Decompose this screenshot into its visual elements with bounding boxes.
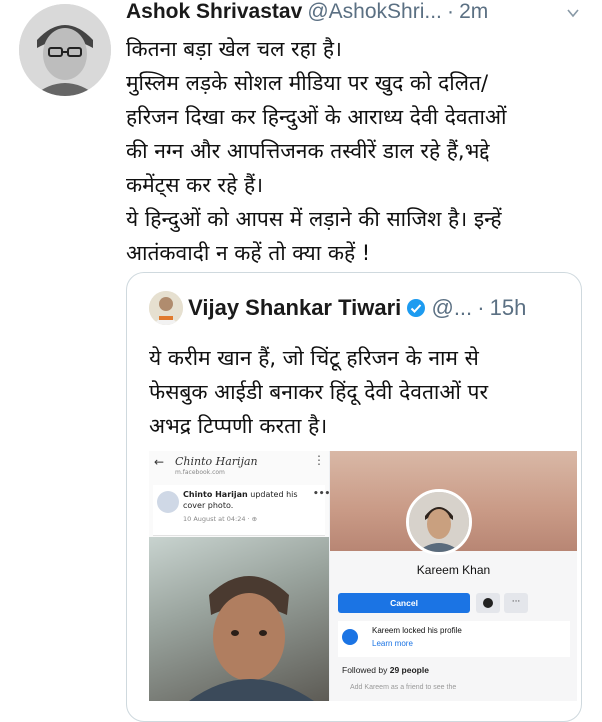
cancel-label: Cancel <box>390 598 418 608</box>
add-friend-text: Add Kareem as a friend to see the <box>350 684 457 691</box>
tweet-line: मुस्लिम लड़के सोशल मीडिया पर खुद को दलित… <box>126 71 489 95</box>
fb-url: m.facebook.com <box>175 469 225 476</box>
profile-picture <box>406 489 472 555</box>
tweet-header: Ashok Shrivastav @AshokShri... · 2m <box>126 0 586 30</box>
tweet-line: कितना बड़ा खेल चल रहा है। <box>126 37 342 61</box>
tweet-text: कितना बड़ा खेल चल रहा है। मुस्लिम लड़के … <box>126 32 586 270</box>
fb-post-text: Chinto Harijan updated his cover photo. <box>183 489 303 511</box>
facebook-mobile-panel: ← Chinto Harijan m.facebook.com ⋮ Chinto… <box>149 451 330 701</box>
fb-post-author: Chinto Harijan <box>183 490 248 499</box>
quoted-author-avatar[interactable] <box>149 291 183 325</box>
chevron-down-icon[interactable] <box>566 6 580 20</box>
learn-more-link: Learn more <box>372 639 413 648</box>
messenger-glyph <box>483 598 493 608</box>
quoted-line: अभद्र टिप्पणी करता है। <box>149 414 328 438</box>
quoted-tweet-card[interactable]: Vijay Shankar Tiwari @... · 15h ये करीम … <box>126 272 582 722</box>
selfie-photo <box>189 576 314 701</box>
tweet-line: ये हिन्दुओं को आपस में लड़ाने की साजिश ह… <box>126 207 502 231</box>
author-name[interactable]: Ashok Shrivastav <box>126 0 302 23</box>
cancel-request-button: Cancel <box>338 593 470 613</box>
profile-name: Kareem Khan <box>416 563 491 577</box>
facebook-profile-panel: Kareem Khan Cancel ··· Kareem locked his… <box>330 451 577 701</box>
fb-page-title: Chinto Harijan <box>175 455 258 468</box>
fb-post-date: 10 August at 04:24 · ⊕ <box>183 515 258 523</box>
fb-post-menu-icon: ••• <box>313 489 331 499</box>
quoted-time[interactable]: 15h <box>490 295 527 320</box>
more-options-icon: ··· <box>504 593 528 613</box>
locked-profile-notice: Kareem locked his profile Learn more <box>338 621 570 657</box>
author-handle[interactable]: @AshokShri... <box>307 0 442 23</box>
fb-post-card: Chinto Harijan updated his cover photo. … <box>153 485 330 536</box>
attached-screenshot-image[interactable]: ← Chinto Harijan m.facebook.com ⋮ Chinto… <box>149 451 577 701</box>
quoted-line: फेसबुक आईडी बनाकर हिंदू देवी देवताओं पर <box>149 380 489 404</box>
cover-photo <box>149 537 329 701</box>
quoted-header: Vijay Shankar Tiwari @... · 15h <box>149 291 526 327</box>
quoted-time-separator: · <box>477 295 485 320</box>
back-arrow-icon: ← <box>154 455 165 469</box>
author-avatar[interactable] <box>19 4 111 96</box>
tweet-line: कमेंट्स कर रहे हैं। <box>126 173 264 197</box>
quoted-avatar-portrait <box>149 291 183 325</box>
fb-post-avatar <box>157 491 179 513</box>
time-separator: · <box>446 0 454 23</box>
tweet-line: की नग्न और आपत्तिजनक तस्वीरें डाल रहे है… <box>126 139 490 163</box>
avatar-portrait <box>19 4 111 96</box>
followed-count: 29 people <box>389 665 429 675</box>
quoted-author-name[interactable]: Vijay Shankar Tiwari <box>188 295 401 320</box>
tweet-time[interactable]: 2m <box>459 0 488 23</box>
kebab-menu-icon: ⋮ <box>313 453 325 467</box>
verified-badge-icon <box>407 299 426 317</box>
tweet-line: हरिजन दिखा कर हिन्दुओं के आराध्य देवी दे… <box>126 105 507 129</box>
quoted-text: ये करीम खान हैं, जो चिंटू हरिजन के नाम स… <box>149 341 569 443</box>
followed-prefix: Followed by <box>342 665 388 675</box>
locked-text: Kareem locked his profile <box>372 626 462 635</box>
followed-by-text: Followed by 29 people <box>342 665 429 675</box>
tweet-line: आतंकवादी न कहें तो क्या कहें ! <box>126 241 371 265</box>
quoted-line: ये करीम खान हैं, जो चिंटू हरिजन के नाम स… <box>149 346 479 370</box>
messenger-icon <box>476 593 500 613</box>
shield-icon <box>342 629 358 645</box>
quoted-author-handle[interactable]: @... <box>431 295 472 320</box>
profile-portrait <box>409 492 469 552</box>
